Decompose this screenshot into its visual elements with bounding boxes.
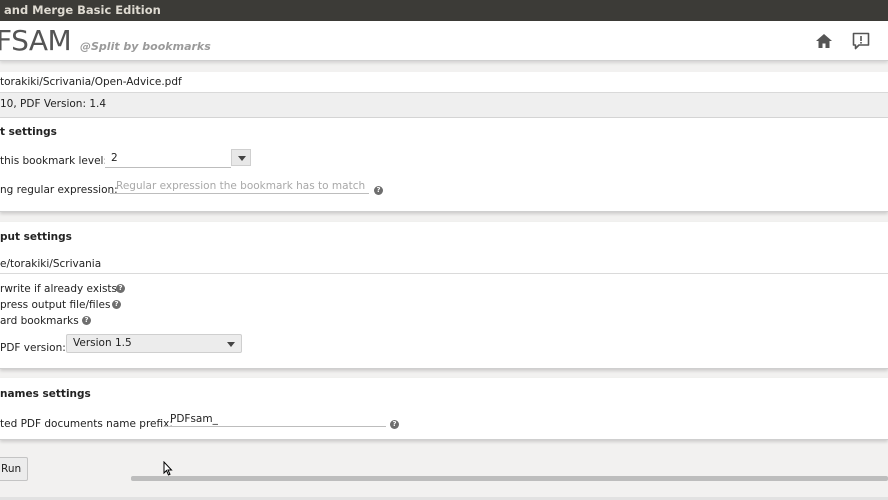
- window-title: and Merge Basic Edition: [4, 3, 161, 17]
- mouse-cursor-icon: [163, 461, 173, 476]
- overwrite-help-icon[interactable]: ?: [116, 284, 125, 293]
- run-button-label: Run: [1, 463, 22, 475]
- discard-bookmarks-checkbox-label[interactable]: ard bookmarks: [0, 315, 79, 327]
- input-file-path-text: torakiki/Scrivania/Open-Advice.pdf: [0, 76, 182, 88]
- bookmark-level-combo[interactable]: 2: [105, 151, 231, 168]
- name-prefix-input[interactable]: [164, 412, 386, 427]
- file-names-settings-title: names settings: [0, 388, 91, 400]
- progress-bar: [131, 476, 888, 481]
- input-file-info: 10, PDF Version: 1.4: [0, 93, 888, 118]
- overwrite-checkbox-label[interactable]: rwrite if already exists: [0, 283, 117, 295]
- window-titlebar: and Merge Basic Edition: [0, 0, 888, 21]
- feedback-icon[interactable]: [851, 31, 871, 51]
- split-settings-panel: t settings this bookmark level: 2 ng reg…: [0, 118, 888, 212]
- regex-input[interactable]: [110, 179, 369, 194]
- app-logo: FSAM: [0, 24, 72, 57]
- app-header: FSAM @Split by bookmarks: [0, 21, 888, 61]
- home-icon[interactable]: [814, 31, 834, 51]
- pdf-version-value: Version 1.5: [73, 337, 132, 349]
- input-file-info-text: 10, PDF Version: 1.4: [0, 98, 107, 110]
- file-names-settings-panel: names settings ted PDF documents name pr…: [0, 378, 888, 440]
- output-directory[interactable]: e/torakiki/Scrivania: [0, 258, 101, 270]
- output-settings-panel: put settings e/torakiki/Scrivania rwrite…: [0, 222, 888, 369]
- prefix-help-icon[interactable]: ?: [390, 420, 399, 429]
- name-prefix-label: ted PDF documents name prefix:: [0, 418, 173, 430]
- split-settings-title: t settings: [0, 126, 57, 138]
- run-button[interactable]: Run: [0, 457, 28, 481]
- bookmark-level-label: this bookmark level:: [0, 155, 107, 167]
- pdf-version-label: PDF version:: [0, 342, 66, 354]
- compress-checkbox-label[interactable]: press output file/files: [0, 299, 110, 311]
- bookmark-level-value: 2: [111, 152, 118, 164]
- input-file-path[interactable]: torakiki/Scrivania/Open-Advice.pdf: [0, 72, 888, 93]
- module-title: @Split by bookmarks: [80, 40, 211, 53]
- chevron-down-icon: [227, 342, 235, 347]
- output-divider: [0, 273, 888, 274]
- regex-help-icon[interactable]: ?: [374, 186, 383, 195]
- pdf-version-select[interactable]: Version 1.5: [66, 334, 242, 353]
- compress-help-icon[interactable]: ?: [112, 300, 121, 309]
- bookmark-level-dropdown-button[interactable]: [231, 149, 251, 166]
- regex-label: ng regular expression:: [0, 184, 118, 196]
- discard-bookmarks-help-icon[interactable]: ?: [82, 316, 91, 325]
- output-settings-title: put settings: [0, 231, 72, 243]
